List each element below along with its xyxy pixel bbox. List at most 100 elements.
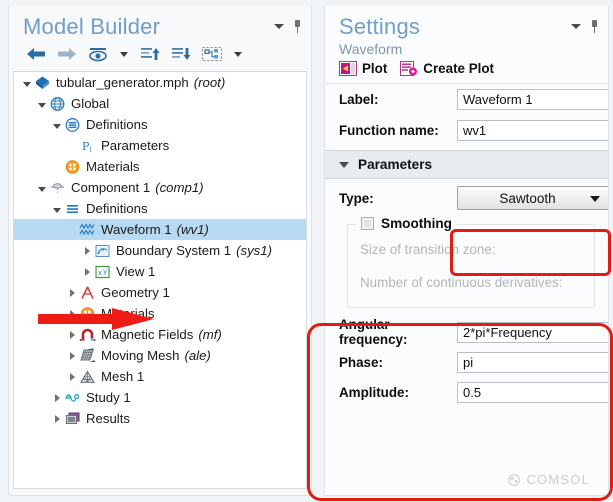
twisty-expanded-icon[interactable] xyxy=(50,201,64,216)
smoothing-label: Smoothing xyxy=(381,216,452,231)
phase-caption: Phase: xyxy=(339,354,383,370)
phase-row: Phase: xyxy=(325,347,608,377)
tree-node-label: Component 1 xyxy=(71,180,151,195)
tree-node-global[interactable]: Global xyxy=(14,93,306,114)
chevron-down-icon xyxy=(339,161,349,168)
pin-icon[interactable] xyxy=(292,20,303,33)
tree-node-moving-mesh[interactable]: Moving Mesh (ale) xyxy=(14,345,306,366)
amplitude-row: Amplitude: xyxy=(325,377,608,407)
smoothing-checkbox[interactable] xyxy=(361,217,374,230)
tree-node-definitions[interactable]: Definitions xyxy=(14,114,306,135)
tree-node-label: Boundary System 1 xyxy=(116,243,232,258)
function-name-caption: Function name: xyxy=(339,123,439,138)
tree-node-label: Definitions xyxy=(86,117,148,132)
tree-node-tag: (wv1) xyxy=(176,222,209,237)
smoothing-legend[interactable]: Smoothing xyxy=(356,216,457,231)
model-builder-header: Model Builder xyxy=(9,6,311,40)
tree-node-boundary-system-1[interactable]: Boundary System 1 (sys1) xyxy=(14,240,306,261)
node-group-icon[interactable] xyxy=(201,46,223,64)
pin-icon[interactable] xyxy=(589,20,600,33)
create-plot-button[interactable]: Create Plot xyxy=(400,61,494,76)
tree-node-waveform-1[interactable]: Waveform 1 (wv1) xyxy=(14,219,306,240)
tree-node-label: View 1 xyxy=(116,264,156,279)
twisty-collapsed-icon[interactable] xyxy=(65,285,79,300)
twisty-collapsed-icon[interactable] xyxy=(80,264,94,279)
comsol-window: Model Builder tubular_generator.mph (roo… xyxy=(0,0,613,502)
boundary-system-icon xyxy=(94,243,111,259)
phase-field[interactable] xyxy=(457,351,608,373)
model-tree[interactable]: tubular_generator.mph (root) Global Definit… xyxy=(13,71,307,489)
svg-text:y: y xyxy=(103,267,107,275)
tree-node-parameters[interactable]: Pi Parameters xyxy=(14,135,306,156)
expand-down-icon[interactable] xyxy=(170,46,192,64)
tree-node-label: Materials xyxy=(86,159,140,174)
plot-button[interactable]: Plot xyxy=(339,61,387,76)
forward-icon[interactable] xyxy=(56,46,78,64)
results-icon xyxy=(64,411,81,427)
tree-node-mesh-1[interactable]: Mesh 1 xyxy=(14,366,306,387)
smoothing-fieldset: Smoothing Size of transition zone: Numbe… xyxy=(347,216,595,308)
collapse-up-icon[interactable] xyxy=(139,46,161,64)
tree-node-label: Waveform 1 xyxy=(101,222,172,237)
tree-node-results[interactable]: Results xyxy=(14,408,306,429)
function-name-field[interactable] xyxy=(457,120,608,141)
chevron-down-icon[interactable] xyxy=(274,24,284,29)
tree-node-view-1[interactable]: x y View 1 xyxy=(14,261,306,282)
settings-panel: Settings Waveform Plot Create Plot Label… xyxy=(318,0,613,502)
parameters-pi-icon: Pi xyxy=(79,138,96,154)
chevron-down-icon[interactable] xyxy=(571,24,581,29)
twisty-expanded-icon[interactable] xyxy=(50,117,64,132)
svg-text:x: x xyxy=(98,269,102,277)
model-builder-panel: Model Builder tubular_generator.mph (roo… xyxy=(0,0,318,502)
moving-mesh-icon xyxy=(79,347,96,364)
type-caption: Type: xyxy=(339,190,374,206)
number-of-continuous-derivatives-label: Number of continuous derivatives: xyxy=(360,275,563,290)
model-builder-body: Model Builder tubular_generator.mph (roo… xyxy=(8,6,312,496)
tree-node-tubular-generator-mph[interactable]: tubular_generator.mph (root) xyxy=(14,72,306,93)
twisty-expanded-icon[interactable] xyxy=(20,75,34,90)
settings-title: Settings xyxy=(339,14,421,39)
twisty-collapsed-icon[interactable] xyxy=(65,369,79,384)
angular-frequency-row: Angular frequency: xyxy=(325,317,608,347)
label-field[interactable] xyxy=(457,89,608,110)
tree-node-study-1[interactable]: Study 1 xyxy=(14,387,306,408)
amplitude-caption: Amplitude: xyxy=(339,384,409,400)
tree-node-materials[interactable]: Materials xyxy=(14,156,306,177)
settings-action-bar: Plot Create Plot xyxy=(325,59,608,83)
tree-node-label: Parameters xyxy=(101,138,170,153)
tree-node-label: Moving Mesh xyxy=(101,348,180,363)
angular-frequency-caption: Angular frequency: xyxy=(339,317,408,347)
amplitude-field[interactable] xyxy=(457,381,608,403)
parameters-section-header[interactable]: Parameters xyxy=(325,150,608,179)
group-dropdown-caret-icon[interactable] xyxy=(232,46,244,64)
tree-node-tag: (comp1) xyxy=(155,180,204,195)
comsol-watermark-text: COMSOL xyxy=(526,472,590,487)
back-icon[interactable] xyxy=(25,46,47,64)
tree-node-label: Geometry 1 xyxy=(101,285,170,300)
twisty-collapsed-icon[interactable] xyxy=(80,243,94,258)
settings-header: Settings xyxy=(325,6,608,40)
size-of-transition-zone-label: Size of transition zone: xyxy=(360,242,496,257)
twisty-collapsed-icon[interactable] xyxy=(65,348,79,363)
model-builder-title: Model Builder xyxy=(23,14,161,39)
root-model-icon xyxy=(34,75,51,91)
twisty-collapsed-icon[interactable] xyxy=(50,411,64,426)
twisty-expanded-icon[interactable] xyxy=(35,180,49,195)
settings-header-controls xyxy=(571,14,600,33)
tree-node-geometry-1[interactable]: Geometry 1 xyxy=(14,282,306,303)
type-dropdown[interactable]: Sawtooth xyxy=(457,186,608,210)
definitions-icon xyxy=(64,117,81,133)
create-plot-icon xyxy=(400,61,418,76)
tree-node-definitions[interactable]: Definitions xyxy=(14,198,306,219)
tree-node-label: tubular_generator.mph xyxy=(56,75,189,90)
plot-icon xyxy=(339,61,357,76)
label-caption: Label: xyxy=(339,92,379,107)
show-dropdown-caret-icon[interactable] xyxy=(118,46,130,64)
settings-subtitle: Waveform xyxy=(339,41,403,57)
twisty-expanded-icon[interactable] xyxy=(35,96,49,111)
twisty-collapsed-icon[interactable] xyxy=(50,390,64,405)
tree-node-component-1[interactable]: Component 1 (comp1) xyxy=(14,177,306,198)
angular-frequency-field[interactable] xyxy=(457,321,608,343)
create-plot-label: Create Plot xyxy=(423,61,494,76)
show-hide-icon[interactable] xyxy=(87,46,109,64)
